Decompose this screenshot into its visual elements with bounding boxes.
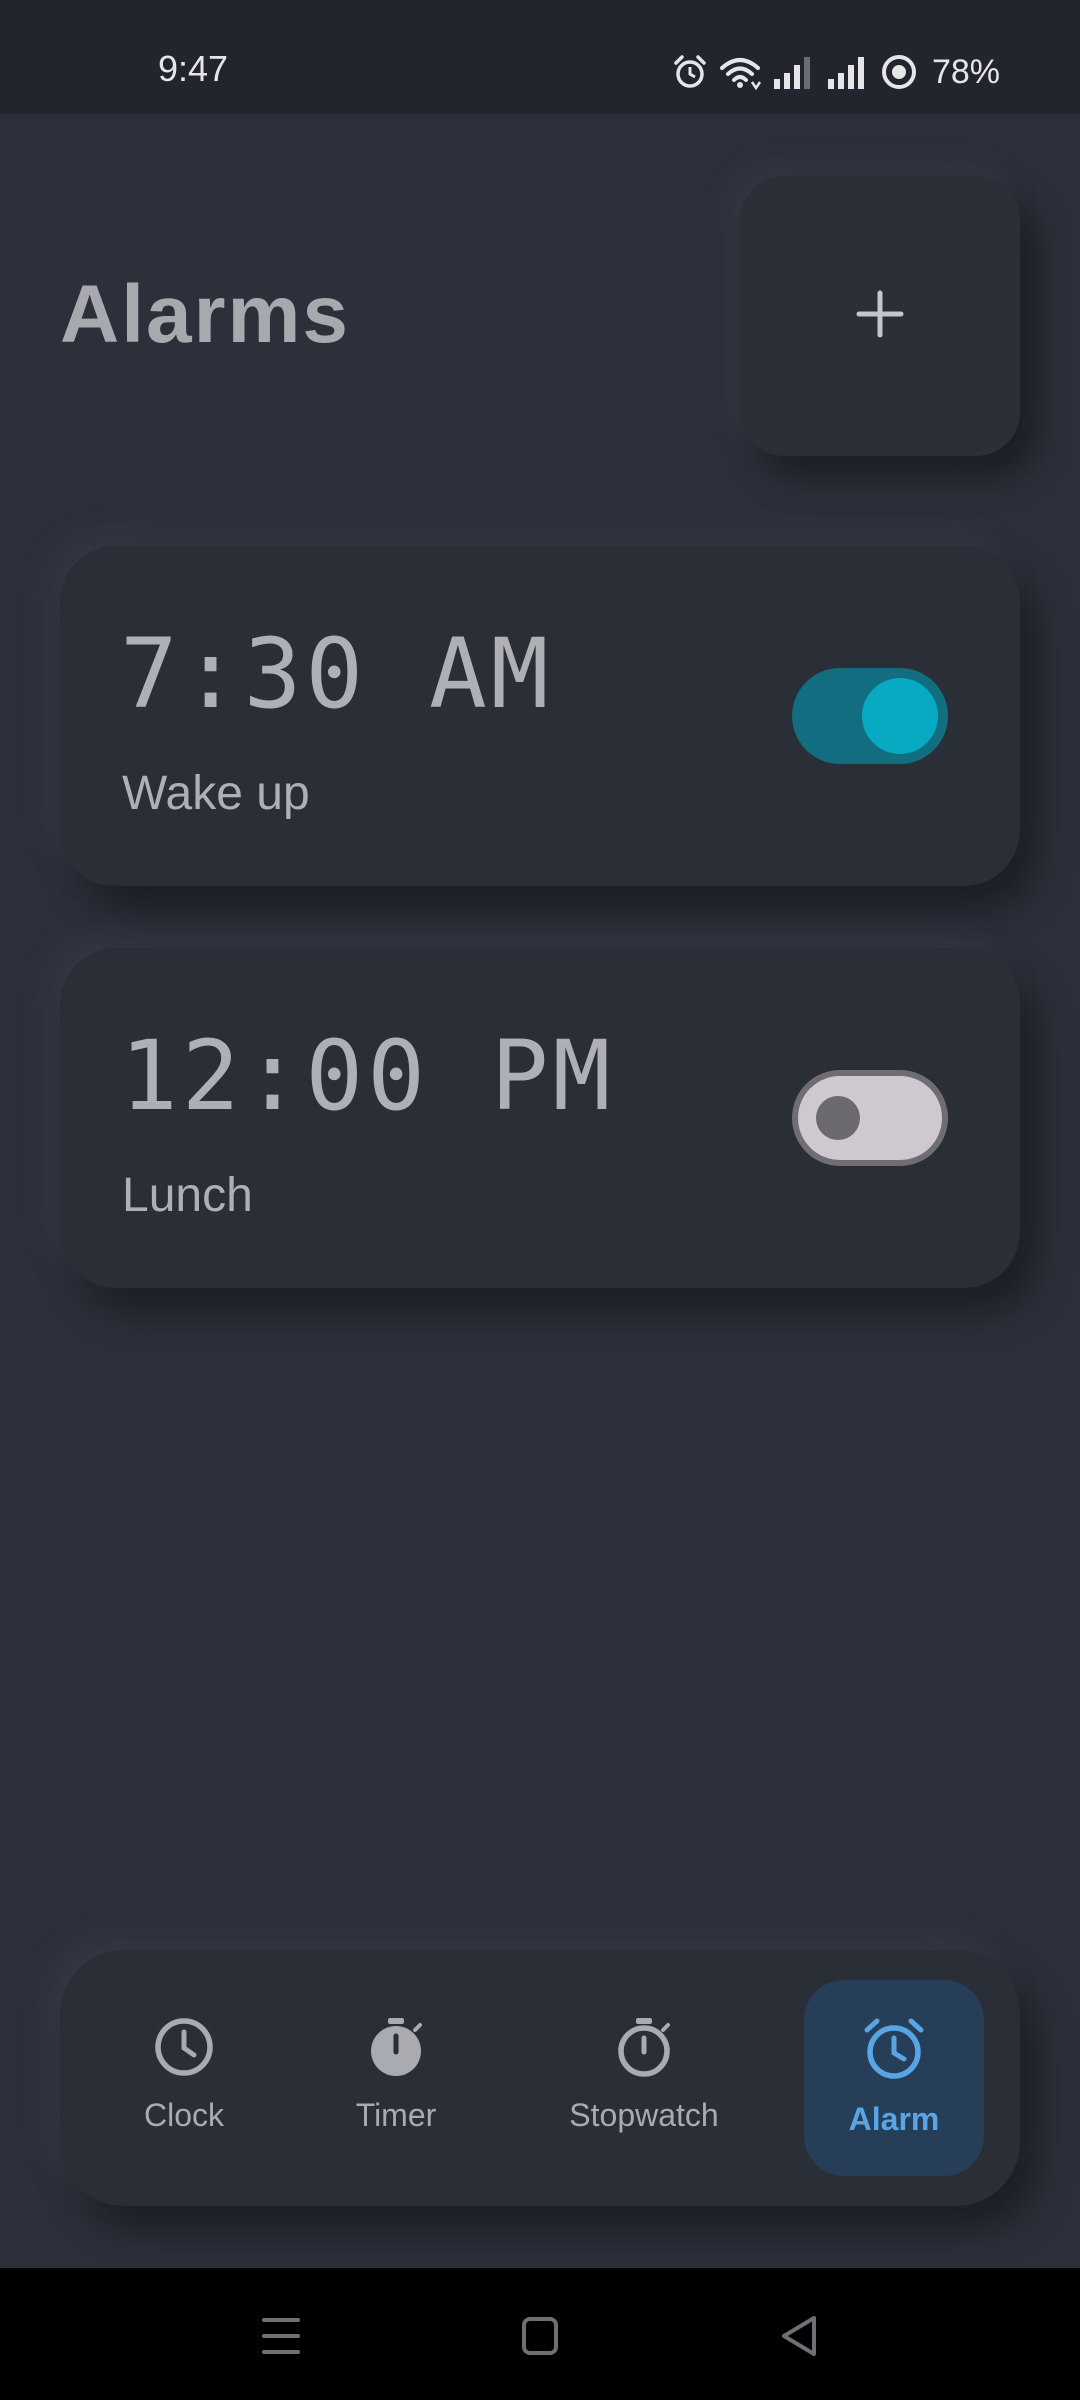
alarm-icon (672, 54, 708, 90)
clock-icon (153, 1980, 215, 2083)
status-icons: 78% (672, 50, 1000, 94)
back-icon[interactable] (770, 2308, 830, 2364)
alarm-label: Lunch (122, 1169, 253, 1222)
alarm-toggle[interactable] (792, 1070, 948, 1166)
plus-icon (855, 289, 905, 344)
system-nav-bar (0, 2268, 1080, 2400)
add-alarm-button[interactable] (740, 176, 1020, 456)
bottom-nav: Clock Timer Stopwatch Alarm (60, 1950, 1020, 2206)
menu-icon[interactable] (252, 2308, 312, 2364)
toggle-knob (862, 678, 938, 754)
alarm-time: 12:00 PM (120, 1020, 615, 1132)
alarm-time: 7:30 AM (120, 618, 553, 730)
nav-item-stopwatch[interactable]: Stopwatch (544, 1980, 744, 2176)
nav-item-alarm[interactable]: Alarm (804, 1980, 984, 2176)
timer-icon (365, 1980, 427, 2083)
alarm-card[interactable]: 12:00 PM Lunch (60, 948, 1020, 1288)
nav-label: Alarm (848, 2101, 940, 2137)
alarm-toggle[interactable] (792, 668, 948, 764)
page-title: Alarms (60, 269, 351, 360)
home-icon[interactable] (510, 2308, 570, 2364)
status-bar: 9:47 78% (0, 0, 1080, 114)
wifi-icon (718, 54, 762, 90)
alarm-card[interactable]: 7:30 AM Wake up (60, 546, 1020, 886)
nav-label: Timer (355, 2097, 437, 2133)
nav-item-timer[interactable]: Timer (306, 1980, 486, 2176)
signal-icon (772, 55, 816, 89)
nav-item-clock[interactable]: Clock (94, 1980, 274, 2176)
toggle-knob (816, 1096, 860, 1140)
screen: 9:47 78% Alarms 7:30 AM Wake up 12:00 PM… (0, 0, 1080, 2268)
alarm-clock-icon (861, 1980, 927, 2087)
battery-percentage: 78% (931, 52, 1000, 91)
nav-label: Clock (143, 2097, 224, 2133)
status-time: 9:47 (158, 48, 229, 89)
alarm-label: Wake up (122, 767, 310, 820)
stopwatch-icon (613, 1980, 675, 2083)
nav-label: Stopwatch (569, 2097, 719, 2133)
battery-icon (880, 53, 918, 91)
signal-icon (826, 55, 870, 89)
